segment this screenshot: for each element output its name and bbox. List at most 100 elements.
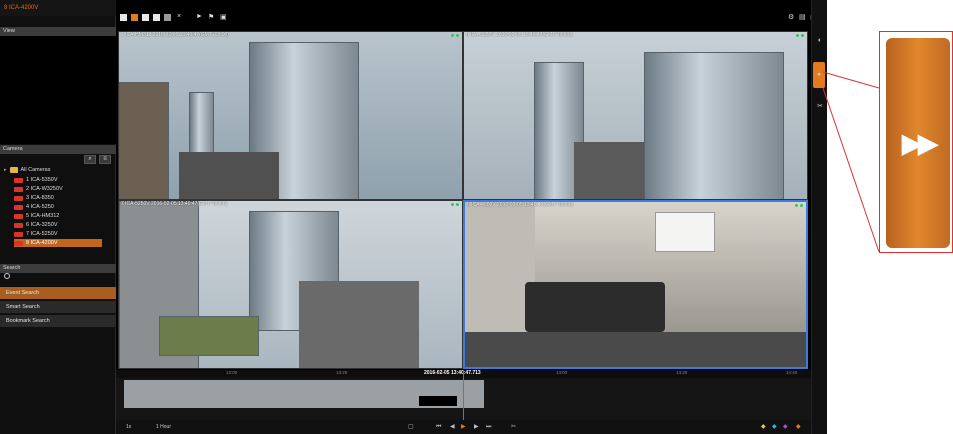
- video-tile[interactable]: 6 ICA-3250V 2016-02-05 13:40:47(GMT+08:0…: [463, 31, 808, 200]
- camera-label: 7 ICA-5250V: [26, 231, 58, 237]
- status-dots: [451, 203, 459, 206]
- camera-label: 2 ICA-W3250V: [26, 186, 63, 192]
- fast-forward-icon[interactable]: ▶▶: [886, 38, 950, 248]
- tile-label: 8 ICA-4200V 2016-02-05 13:40:47(GMT+08:0…: [467, 202, 574, 208]
- bookmark-icon[interactable]: ⚑: [208, 13, 214, 21]
- layout-custom-icon[interactable]: [164, 14, 171, 21]
- camera-item[interactable]: 1 ICA-5350V: [14, 176, 102, 184]
- layout-3x3-icon[interactable]: [142, 14, 149, 21]
- conference-table-image: [525, 282, 665, 332]
- layout-4x4-icon[interactable]: [153, 14, 160, 21]
- status-dots: [795, 204, 803, 207]
- camera-icon: [14, 177, 23, 183]
- search-section-header[interactable]: Search: [0, 264, 116, 273]
- timeline-tick: 14:40: [786, 370, 798, 375]
- camera-icon: [14, 240, 23, 246]
- step-back-icon[interactable]: ◀: [450, 423, 455, 431]
- orange-icon[interactable]: ◆: [796, 423, 801, 431]
- camera-icon: [14, 204, 23, 210]
- purple-icon[interactable]: ◆: [783, 423, 788, 431]
- camera-icon: [14, 186, 23, 192]
- play-icon[interactable]: ▶: [461, 423, 466, 431]
- tile-label: 1 ICA-HM312 2016-02-05 13:40:47(GMT+08:0…: [121, 32, 229, 38]
- current-time: 2016-02-05 13:40:47.713: [424, 370, 481, 376]
- view-section-header[interactable]: View: [0, 27, 116, 36]
- layout-2x2-icon[interactable]: [131, 14, 138, 21]
- timeline[interactable]: 13:00 13:20 2016-02-05 13:40:47.713 14:0…: [116, 370, 811, 420]
- tree-root-all-cameras[interactable]: ▸ All Cameras: [4, 166, 50, 174]
- camera-section-header[interactable]: Camera: [0, 145, 116, 154]
- camera-search-button[interactable]: ⌕: [84, 155, 96, 164]
- camera-item[interactable]: 5 ICA-HM312: [14, 212, 102, 220]
- timeline-tick: 13:00: [226, 370, 238, 375]
- snapshot-icon[interactable]: ►: [196, 13, 203, 20]
- camera-item[interactable]: 2 ICA-W3250V: [14, 185, 102, 193]
- video-tile[interactable]: 7 ICA-5250V 2016-02-05 13:40:47(GMT+08:0…: [118, 200, 463, 369]
- street-image: [574, 142, 644, 199]
- playhead-cursor[interactable]: [463, 370, 464, 420]
- document-icon[interactable]: ▤: [799, 13, 806, 21]
- camera-item[interactable]: 7 ICA-5250V: [14, 230, 102, 238]
- camera-icon: [14, 213, 23, 219]
- playback-controls: 1x 1 Hour ▢ ⏮ ◀ ▶ ▶ ⏭ ✂ ◆ ◆ ◆ ◆: [116, 420, 811, 434]
- ptz-icon[interactable]: ◐: [815, 36, 825, 46]
- camera-item[interactable]: 4 ICA-5250: [14, 203, 102, 211]
- folder-icon: [9, 167, 18, 173]
- camera-label: 3 ICA-8350: [26, 195, 54, 201]
- scissors-icon[interactable]: ✂: [511, 423, 516, 431]
- video-tile[interactable]: 1 ICA-HM312 2016-02-05 13:40:47(GMT+08:0…: [118, 31, 463, 200]
- collapse-icon[interactable]: ▸: [4, 167, 7, 173]
- search-icon[interactable]: [4, 273, 10, 279]
- camera-item-selected[interactable]: 8 ICA-4200V: [14, 239, 102, 247]
- step-forward-icon[interactable]: ▶: [474, 423, 479, 431]
- camera-label: 1 ICA-5350V: [26, 177, 58, 183]
- camera-tools: ⌕ ≡: [84, 155, 111, 164]
- tile-label: 7 ICA-5250V 2016-02-05 13:40:47(GMT+08:0…: [121, 201, 228, 207]
- tools-icon[interactable]: ✂: [815, 102, 825, 112]
- export-icon[interactable]: ▣: [220, 13, 227, 21]
- camera-label: 8 ICA-4200V: [26, 240, 58, 246]
- street-image: [299, 281, 419, 368]
- event-search-menu[interactable]: Event Search: [0, 287, 116, 300]
- blue-icon[interactable]: ◆: [772, 423, 777, 431]
- tile-label: 6 ICA-3250V 2016-02-05 13:40:47(GMT+08:0…: [466, 32, 573, 38]
- status-dots: [451, 34, 459, 37]
- skip-forward-icon[interactable]: ⏭: [486, 423, 491, 431]
- close-icon[interactable]: ×: [177, 13, 181, 20]
- status-dots: [796, 34, 804, 37]
- timeline-tick: 13:20: [336, 370, 348, 375]
- layout-1x1-icon[interactable]: [120, 14, 127, 21]
- event-marker[interactable]: [419, 396, 457, 406]
- camera-item[interactable]: 6 ICA-3250V: [14, 221, 102, 229]
- bookmark-search-menu[interactable]: Bookmark Search: [0, 315, 116, 328]
- camera-icon: [14, 231, 23, 237]
- layout-icon[interactable]: ▢: [408, 423, 414, 431]
- building-image: [119, 82, 169, 199]
- tree-root-label: All Cameras: [20, 167, 51, 173]
- camera-settings-button[interactable]: ≡: [99, 155, 111, 164]
- smart-search-menu[interactable]: Smart Search: [0, 301, 116, 314]
- speed-select[interactable]: 1x: [126, 423, 131, 431]
- timeline-tick: 14:00: [556, 370, 568, 375]
- camera-item[interactable]: 3 ICA-8350: [14, 194, 102, 202]
- zoom-callout: ▶▶: [879, 31, 953, 253]
- right-sidebar: ◐ » ✂: [811, 0, 827, 434]
- fast-forward-button[interactable]: »: [813, 62, 825, 88]
- view-list: [0, 36, 116, 144]
- window-title: 8 ICA-4200V: [0, 0, 116, 16]
- rooftop-image: [159, 316, 259, 356]
- video-tile-selected[interactable]: 8 ICA-4200V 2016-02-05 13:40:47(GMT+08:0…: [463, 200, 808, 369]
- skip-back-icon[interactable]: ⏮: [436, 423, 441, 431]
- bookmark-yellow-icon[interactable]: ◆: [761, 423, 766, 431]
- camera-label: 4 ICA-5250: [26, 204, 54, 210]
- camera-icon: [14, 222, 23, 228]
- street-image: [179, 152, 279, 199]
- range-select[interactable]: 1 Hour: [156, 423, 171, 431]
- timeline-tick: 14:20: [676, 370, 688, 375]
- whiteboard-image: [655, 212, 715, 252]
- camera-icon: [14, 195, 23, 201]
- vms-client-window: 8 ICA-4200V View Camera ⌕ ≡ ▸ All Camera…: [0, 0, 827, 434]
- camera-label: 5 ICA-HM312: [26, 213, 60, 219]
- video-grid: 1 ICA-HM312 2016-02-05 13:40:47(GMT+08:0…: [118, 31, 808, 369]
- settings-icon[interactable]: ⚙: [788, 13, 794, 21]
